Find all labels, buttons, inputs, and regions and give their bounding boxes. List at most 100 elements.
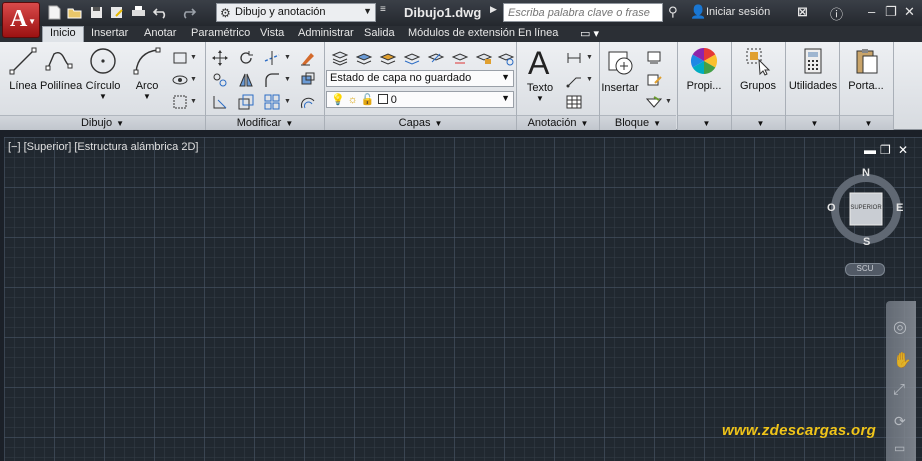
viewport-close-icon[interactable]: ✕ xyxy=(898,143,908,157)
utilities-panel-title[interactable]: ▼ xyxy=(786,115,839,130)
tab-en-linea[interactable]: En línea xyxy=(518,26,558,42)
chevron-down-icon[interactable]: ▼ xyxy=(284,98,291,105)
layer-state-select[interactable]: Estado de capa no guardado ▼ xyxy=(326,70,514,87)
drawing-canvas[interactable] xyxy=(4,137,922,461)
properties-tool[interactable]: Propi... xyxy=(682,46,726,92)
chevron-down-icon[interactable]: ▼ xyxy=(586,54,593,61)
chevron-down-icon[interactable]: ▼ xyxy=(190,54,197,61)
wcs-menu[interactable]: SCU xyxy=(845,263,885,276)
utilities-tool[interactable]: Utilidades xyxy=(788,46,838,92)
text-tool[interactable]: A Texto ▼ xyxy=(522,46,558,103)
erase-icon[interactable] xyxy=(298,48,316,66)
leader-icon[interactable] xyxy=(564,70,582,88)
binoculars-icon[interactable]: ⚲ xyxy=(668,4,678,20)
polyline-tool[interactable]: Polilínea xyxy=(40,46,82,92)
layer-select[interactable]: 💡 ☼ 🔓 0 ▼ xyxy=(326,91,514,108)
restore-icon[interactable]: ❐ xyxy=(885,4,897,20)
redo-icon[interactable] xyxy=(180,4,197,21)
clipboard-tool[interactable]: Porta... xyxy=(843,46,889,92)
rectangle-icon[interactable] xyxy=(170,48,188,66)
workspace-select[interactable]: ⚙ Dibujo y anotación ▼ xyxy=(216,3,376,22)
close-icon[interactable]: ✕ xyxy=(904,4,915,20)
compass-north[interactable]: N xyxy=(862,167,870,179)
exchange-icon[interactable]: ⊠ xyxy=(797,4,808,20)
clipboard-panel-title[interactable]: ▼ xyxy=(840,115,893,130)
layer-match-icon[interactable] xyxy=(378,48,397,66)
search-input[interactable] xyxy=(503,3,663,22)
chevron-down-icon[interactable]: ▼ xyxy=(84,92,122,101)
tab-inicio[interactable]: Inicio xyxy=(42,26,84,42)
chevron-down-icon[interactable]: ▼ xyxy=(190,98,197,105)
offset-icon[interactable] xyxy=(298,92,316,110)
tab-insertar[interactable]: Insertar xyxy=(91,26,128,42)
viewport-minimize-icon[interactable]: ▬ xyxy=(864,143,876,157)
application-menu-button[interactable]: A ▼ xyxy=(2,2,40,38)
chevron-down-icon[interactable]: ▼ xyxy=(284,76,291,83)
sign-in-link[interactable]: Iniciar sesión xyxy=(706,6,770,18)
move-icon[interactable] xyxy=(210,48,228,66)
layers-panel-title[interactable]: Capas ▼ xyxy=(325,115,516,130)
tab-anotar[interactable]: Anotar xyxy=(144,26,176,42)
compass-south[interactable]: S xyxy=(863,236,870,248)
viewport-controls-label[interactable]: [−] [Superior] [Estructura alámbrica 2D] xyxy=(8,141,198,153)
pan-hand-icon[interactable]: ✋ xyxy=(893,351,912,369)
insert-block-tool[interactable]: Insertar xyxy=(600,46,640,94)
minimize-icon[interactable]: ‒ xyxy=(868,4,875,19)
copy-icon[interactable] xyxy=(210,70,228,88)
tab-modulos[interactable]: Módulos de extensión xyxy=(408,26,515,42)
tab-salida[interactable]: Salida xyxy=(364,26,395,42)
layer-previous-icon[interactable] xyxy=(402,48,421,66)
tab-vista[interactable]: Vista xyxy=(260,26,284,42)
modify-panel-title[interactable]: Modificar ▼ xyxy=(206,115,324,130)
hatch-icon[interactable] xyxy=(170,70,188,88)
save-icon[interactable] xyxy=(88,4,105,21)
layer-isolate-icon[interactable] xyxy=(426,48,445,66)
groups-tool[interactable]: Grupos xyxy=(736,46,780,92)
stretch-icon[interactable] xyxy=(210,92,228,110)
tab-administrar[interactable]: Administrar xyxy=(298,26,354,42)
new-file-icon[interactable] xyxy=(46,4,63,21)
chevron-down-icon[interactable]: ▼ xyxy=(586,76,593,83)
showmotion-icon[interactable]: ▭ xyxy=(894,441,905,455)
compass-east[interactable]: E xyxy=(896,202,903,214)
array-icon[interactable] xyxy=(262,92,280,110)
viewcube-face-label[interactable]: SUPERIOR xyxy=(850,205,882,211)
groups-panel-title[interactable]: ▼ xyxy=(732,115,785,130)
save-as-icon[interactable] xyxy=(108,4,125,21)
undo-icon[interactable] xyxy=(152,4,169,21)
steering-wheel-icon[interactable]: ◎ xyxy=(893,317,907,337)
layer-set-current-icon[interactable] xyxy=(354,48,373,66)
chevron-down-icon[interactable]: ▼ xyxy=(190,76,197,83)
layer-properties-icon[interactable] xyxy=(330,48,349,66)
rotate-icon[interactable] xyxy=(236,48,254,66)
circle-tool[interactable]: Círculo ▼ xyxy=(84,46,122,101)
boundary-icon[interactable] xyxy=(170,92,188,110)
play-arrow-icon[interactable]: ▶ xyxy=(490,4,497,15)
chevron-down-icon[interactable]: ▼ xyxy=(665,98,672,105)
chevron-down-icon[interactable]: ▼ xyxy=(284,54,291,61)
scale-icon[interactable] xyxy=(236,92,254,110)
quick-access-more-icon[interactable]: ≡ xyxy=(380,4,386,15)
compass-west[interactable]: O xyxy=(827,202,836,214)
create-block-icon[interactable] xyxy=(644,48,662,66)
orbit-icon[interactable]: ⟳ xyxy=(894,413,906,430)
properties-panel-title[interactable]: ▼ xyxy=(678,115,731,130)
fillet-icon[interactable] xyxy=(262,70,280,88)
viewport-restore-icon[interactable]: ❐ xyxy=(880,143,891,157)
layer-lock-icon[interactable] xyxy=(474,48,493,66)
draw-panel-title[interactable]: Dibujo ▼ xyxy=(0,115,205,130)
edit-attributes-icon[interactable] xyxy=(644,92,663,110)
zoom-extents-icon[interactable]: ⤢ xyxy=(893,381,905,398)
ribbon-options-icon[interactable]: ▭ ▾ xyxy=(580,26,599,42)
edit-block-icon[interactable] xyxy=(644,70,662,88)
help-icon[interactable]: ⓘ xyxy=(830,4,843,23)
arc-tool[interactable]: Arco ▼ xyxy=(130,46,164,101)
open-file-icon[interactable] xyxy=(66,4,83,21)
block-panel-title[interactable]: Bloque ▼ xyxy=(600,115,676,130)
tab-parametrico[interactable]: Paramétrico xyxy=(191,26,250,42)
mirror-icon[interactable] xyxy=(236,70,254,88)
chevron-down-icon[interactable]: ▼ xyxy=(130,92,164,101)
layer-walk-icon[interactable] xyxy=(496,48,515,66)
annotation-panel-title[interactable]: Anotación ▼ xyxy=(517,115,599,130)
layer-off-icon[interactable] xyxy=(450,48,469,66)
